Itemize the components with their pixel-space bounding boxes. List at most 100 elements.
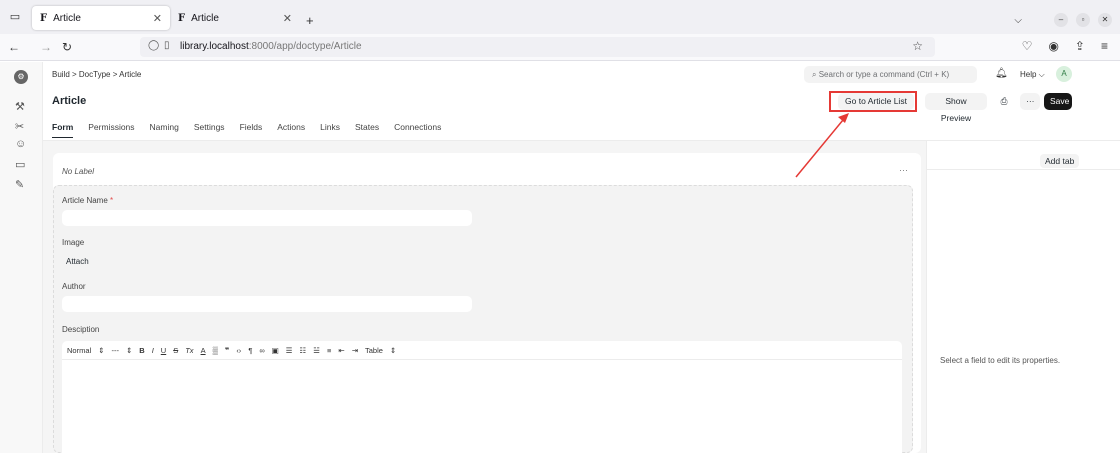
properties-panel [926, 141, 1120, 453]
field-label-author[interactable]: Author [62, 282, 86, 291]
add-tab-button[interactable]: Add tab [1040, 154, 1080, 168]
tab-list-chevron-icon[interactable]: ⌵ [1014, 15, 1022, 26]
tab-connections[interactable]: Connections [394, 122, 441, 138]
size-select[interactable]: --- [111, 346, 119, 355]
article-name-field[interactable] [62, 210, 472, 226]
background-color-icon[interactable]: ▒ [213, 346, 218, 355]
breadcrumb[interactable]: Build > DocType > Article [52, 70, 141, 79]
help-dropdown[interactable]: Help ⌵ [1020, 70, 1045, 80]
frappe-favicon-icon: F [178, 12, 186, 24]
tab-permissions[interactable]: Permissions [88, 122, 134, 138]
avatar[interactable]: A [1056, 66, 1072, 82]
align-icon[interactable]: ≡ [327, 346, 331, 355]
field-label-article-name[interactable]: Article Name * [62, 196, 113, 205]
integrations-icon[interactable]: ✂ [15, 120, 24, 133]
tab-actions[interactable]: Actions [277, 122, 305, 138]
bookmark-star-icon[interactable]: ☆ [912, 39, 923, 53]
ordered-list-icon[interactable]: ☰ [286, 346, 293, 355]
save-button[interactable]: Save [1044, 93, 1072, 110]
new-tab-button[interactable]: + [306, 13, 314, 28]
tab-settings[interactable]: Settings [194, 122, 225, 138]
annotation-highlight-box [829, 91, 917, 112]
pocket-icon[interactable]: ♡ [1022, 39, 1033, 53]
tab-states[interactable]: States [355, 122, 379, 138]
url-bar[interactable]: ◯ ▯ library.localhost:8000/app/doctype/A… [140, 37, 935, 57]
search-icon: ⌕ [812, 70, 819, 79]
outdent-icon[interactable]: ⇤ [338, 346, 344, 355]
underline-icon[interactable]: U [161, 346, 166, 355]
menu-icon[interactable]: ≡ [1101, 39, 1108, 53]
bullet-list-icon[interactable]: ☷ [300, 346, 307, 355]
direction-icon[interactable]: ¶ [248, 346, 252, 355]
tab-form[interactable]: Form [52, 122, 74, 138]
panel-divider [927, 169, 1120, 170]
size-select-chevron-icon[interactable]: ⇕ [126, 346, 132, 355]
build-tool-icon[interactable]: ⚒ [15, 100, 25, 113]
more-options-button[interactable]: ··· [1020, 93, 1040, 110]
properties-empty-text: Select a field to edit its properties. [940, 356, 1061, 365]
section-label[interactable]: No Label [62, 167, 94, 176]
minimize-icon[interactable]: – [1054, 13, 1068, 27]
close-window-icon[interactable]: ✕ [1098, 13, 1112, 27]
browser-tab-bar: ▭ F Article ✕ F Article ✕ + ⌵ – ▫ ✕ [0, 0, 1120, 34]
table-select[interactable]: Table [365, 346, 383, 355]
text-editor-toolbar: Normal ⇕ --- ⇕ B I U S Tx A ▒ ❞ ‹› ¶ ∞ ▣… [62, 341, 902, 359]
clear-format-icon[interactable]: Tx [185, 346, 193, 355]
tab-fields[interactable]: Fields [240, 122, 263, 138]
extensions-icon[interactable]: ⇪ [1075, 39, 1085, 53]
table-select-chevron-icon[interactable]: ⇕ [390, 346, 396, 355]
search-placeholder: Search or type a command (Ctrl + K) [818, 70, 950, 79]
bold-icon[interactable]: B [139, 346, 144, 355]
link-icon[interactable]: ∞ [259, 346, 264, 355]
field-label-image[interactable]: Image [62, 238, 84, 247]
search-input[interactable]: ⌕ Search or type a command (Ctrl + K) [804, 66, 977, 83]
notifications-bell-icon[interactable]: 🔔︎ [995, 68, 1008, 79]
print-icon[interactable]: ⎙ [994, 93, 1014, 110]
check-list-icon[interactable]: ☱ [313, 346, 320, 355]
blockquote-icon[interactable]: ❞ [225, 346, 229, 355]
tab-links[interactable]: Links [320, 122, 340, 138]
tab-title: Article [53, 12, 81, 24]
browser-tab-article-2[interactable]: F Article ✕ [170, 6, 300, 30]
maximize-icon[interactable]: ▫ [1076, 13, 1090, 27]
app-logo-icon[interactable]: ⚙ [14, 70, 28, 84]
window-controls: ⌵ – ▫ ✕ [1014, 13, 1112, 27]
tracking-shield-icon[interactable]: ◯ [148, 40, 159, 51]
page-title: Article [52, 95, 87, 107]
app-sidebar: ⚙ ⚒ ✂ ☺ ▭ ✎ [0, 62, 43, 453]
url-text[interactable]: library.localhost:8000/app/doctype/Artic… [180, 41, 362, 52]
frappe-favicon-icon: F [40, 12, 48, 24]
style-select-chevron-icon[interactable]: ⇕ [98, 346, 104, 355]
tab-title: Article [191, 12, 219, 24]
website-icon[interactable]: ▭ [15, 158, 25, 171]
tab-overview-icon[interactable]: ▭ [8, 10, 22, 24]
description-editor[interactable] [62, 359, 902, 453]
indent-icon[interactable]: ⇥ [352, 346, 358, 355]
style-select[interactable]: Normal [67, 346, 91, 355]
author-field[interactable] [62, 296, 472, 312]
doctype-tabs: Form Permissions Naming Settings Fields … [52, 122, 441, 138]
tools-icon[interactable]: ✎ [15, 178, 24, 191]
text-color-icon[interactable]: A [201, 346, 206, 355]
field-label-description[interactable]: Desciption [62, 325, 99, 334]
forward-icon[interactable]: → [40, 40, 52, 54]
attach-button[interactable]: Attach [66, 257, 89, 266]
annotation-arrow-head [838, 113, 849, 123]
back-icon[interactable]: ← [8, 40, 20, 54]
strike-icon[interactable]: S [173, 346, 178, 355]
show-preview-button[interactable]: Show Preview [925, 93, 987, 123]
reload-icon[interactable]: ↻ [62, 40, 72, 54]
account-icon[interactable]: ◉ [1048, 39, 1058, 53]
users-icon[interactable]: ☺ [15, 138, 26, 150]
image-icon[interactable]: ▣ [272, 346, 279, 355]
italic-icon[interactable]: I [152, 346, 154, 355]
tab-naming[interactable]: Naming [150, 122, 179, 138]
browser-nav-bar: ← → ↻ ◯ ▯ library.localhost:8000/app/doc… [0, 34, 1120, 61]
page-info-icon[interactable]: ▯ [164, 40, 170, 51]
code-icon[interactable]: ‹› [236, 346, 241, 355]
tab-close-icon[interactable]: ✕ [283, 12, 292, 25]
section-more-button[interactable]: ··· [899, 165, 908, 175]
browser-toolbar-right: ♡ ◉ ⇪ ≡ [1022, 39, 1108, 53]
tab-close-icon[interactable]: ✕ [153, 12, 162, 25]
browser-tab-article-1[interactable]: F Article ✕ [32, 6, 170, 30]
